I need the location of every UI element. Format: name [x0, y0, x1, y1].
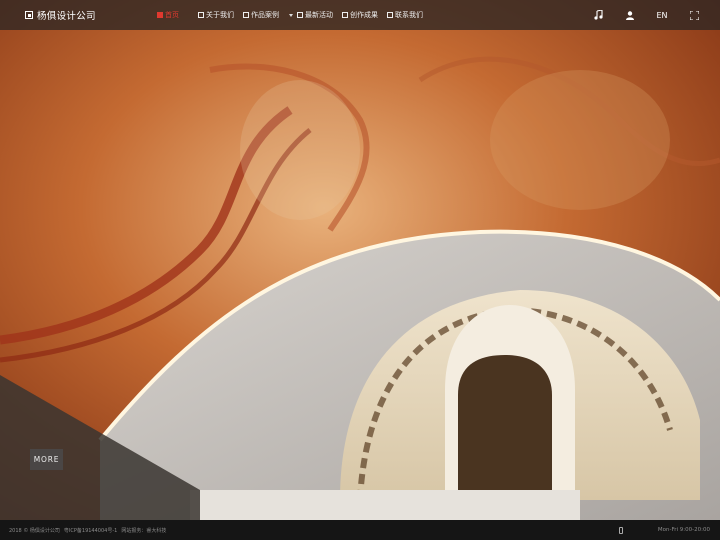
works-icon	[243, 12, 249, 18]
nav-item-label: 联系我们	[395, 11, 423, 19]
brand-name: 杨俱设计公司	[37, 11, 96, 22]
nav-item-label: 创作成果	[350, 11, 378, 19]
fullscreen-icon	[689, 10, 699, 20]
chevron-down-icon	[289, 13, 293, 17]
nav-item-contact[interactable]: 联系我们	[387, 0, 423, 30]
nav-item-home[interactable]: 首页	[157, 0, 179, 30]
home-icon	[157, 12, 163, 18]
fullscreen-button[interactable]	[686, 0, 702, 30]
phone-icon	[618, 526, 623, 534]
nav-item-label: 作品案例	[251, 11, 279, 19]
top-navigation-bar: 杨俱设计公司 首页 关于我们 作品案例 最新活动 创作成果 联系我们 EN	[0, 0, 720, 30]
nav-item-about[interactable]: 关于我们	[198, 0, 234, 30]
nav-item-label: 首页	[165, 11, 179, 19]
user-account-button[interactable]	[622, 0, 638, 30]
nav-item-label: 最新活动	[305, 11, 333, 19]
nav-item-news[interactable]: 最新活动	[297, 0, 333, 30]
more-button[interactable]: MORE	[30, 449, 63, 470]
language-switch-button[interactable]: EN	[652, 0, 672, 30]
music-note-icon	[593, 10, 603, 20]
achievements-icon	[342, 12, 348, 18]
icp-link[interactable]: 粤ICP备19144004号-1	[64, 527, 117, 534]
copyright-text: 2018 © 杨俱设计公司	[9, 527, 60, 534]
hero-image	[0, 0, 720, 520]
news-icon	[297, 12, 303, 18]
contact-icon	[387, 12, 393, 18]
hero-banner	[0, 0, 720, 520]
music-toggle-button[interactable]	[590, 0, 606, 30]
logo-square-icon	[25, 11, 33, 19]
nav-item-achievements[interactable]: 创作成果	[342, 0, 378, 30]
site-footer: 2018 © 杨俱设计公司 粤ICP备19144004号-1 网站报务：睿大科技…	[0, 520, 720, 540]
business-hours: Mon-Fri 9:00-20:00	[657, 527, 710, 533]
about-icon	[198, 12, 204, 18]
nav-item-works[interactable]: 作品案例	[243, 0, 293, 30]
user-icon	[626, 10, 634, 20]
support-link[interactable]: 网站报务：睿大科技	[121, 527, 166, 534]
nav-item-label: 关于我们	[206, 11, 234, 19]
brand-logo[interactable]: 杨俱设计公司	[25, 8, 145, 22]
